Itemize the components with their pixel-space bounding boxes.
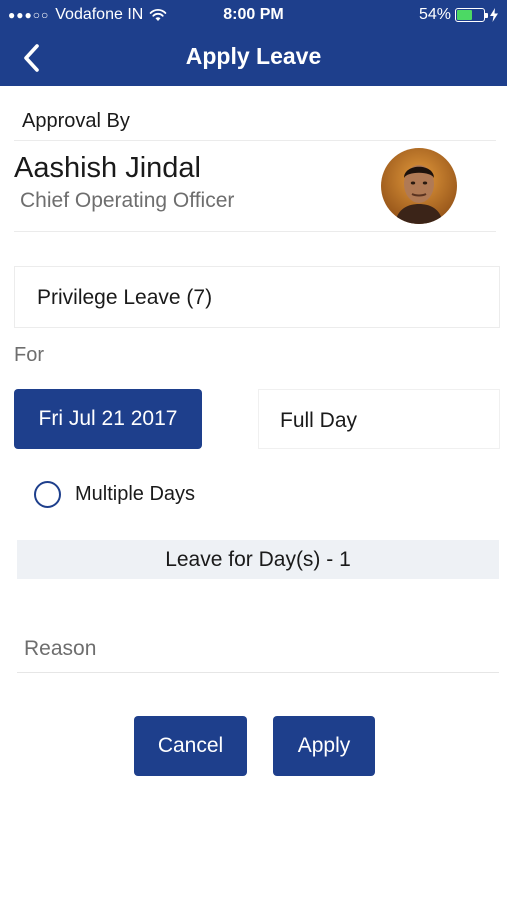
leave-type-value: Privilege Leave (7): [37, 286, 213, 309]
divider: [14, 140, 496, 141]
divider: [14, 231, 496, 232]
multiple-days-toggle[interactable]: Multiple Days: [34, 481, 195, 508]
approver-title: Chief Operating Officer: [20, 189, 235, 212]
page-title: Apply Leave: [185, 43, 322, 69]
leave-type-select[interactable]: Privilege Leave (7): [14, 266, 500, 328]
battery-icon: [455, 8, 488, 22]
approver-name: Aashish Jindal: [14, 152, 201, 184]
radio-button[interactable]: [34, 481, 61, 508]
battery-nub: [485, 13, 488, 18]
apply-button[interactable]: Apply: [273, 716, 375, 776]
day-type-value: Full Day: [280, 409, 358, 432]
leave-count-bar: Leave for Day(s) - 1: [17, 540, 499, 579]
for-label: For: [14, 344, 44, 366]
battery-percent: 54%: [418, 6, 451, 23]
approval-by-label: Approval By: [22, 110, 130, 132]
day-type-select[interactable]: Full Day: [258, 389, 500, 449]
battery-fill: [457, 10, 473, 20]
avatar-image: [381, 148, 457, 224]
avatar: [381, 148, 457, 224]
multiple-days-label: Multiple Days: [75, 483, 196, 505]
cancel-button[interactable]: Cancel: [134, 716, 247, 776]
status-bar: ●●●○○ Vodafone IN 8:00 PM 54%: [0, 0, 507, 30]
app-header: ●●●○○ Vodafone IN 8:00 PM 54% Apply Leav…: [0, 0, 507, 86]
status-right: 54%: [419, 6, 499, 24]
nav-bar: Apply Leave: [0, 30, 507, 86]
date-picker-button[interactable]: Fri Jul 21 2017: [14, 389, 202, 449]
charging-bolt-icon: [490, 8, 498, 22]
reason-input[interactable]: [17, 625, 499, 673]
